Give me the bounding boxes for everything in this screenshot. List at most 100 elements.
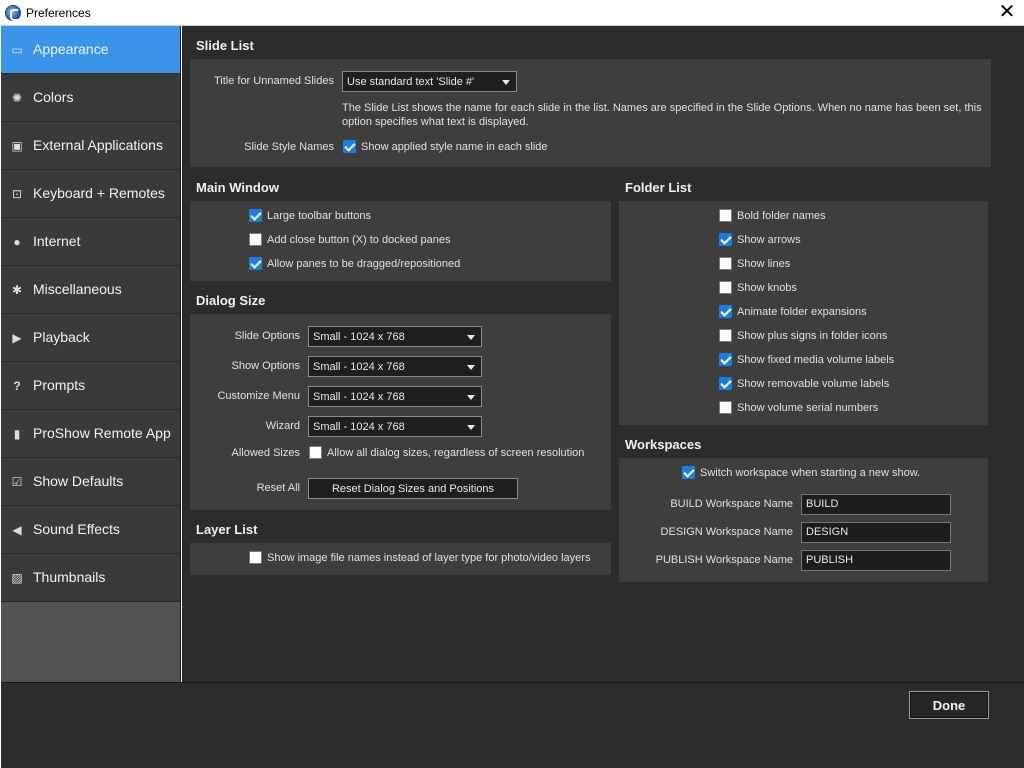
keyboard-icon: ⊡ bbox=[11, 187, 23, 201]
sidebar: ▭ Appearance ✺ Colors ▣ External Applica… bbox=[1, 26, 181, 682]
layer-list-panel: Show image file names instead of layer t… bbox=[190, 543, 611, 575]
thumbnail-icon: ▨ bbox=[11, 571, 23, 585]
switch-workspace-checkbox[interactable] bbox=[682, 466, 695, 479]
wizard-label: Wizard bbox=[265, 420, 300, 432]
main-window-panel: Large toolbar buttons Add close button (… bbox=[190, 201, 611, 281]
allow-all-sizes-checkbox-label: Allow all dialog sizes, regardless of sc… bbox=[327, 447, 585, 459]
sidebar-item-appearance[interactable]: ▭ Appearance bbox=[1, 26, 180, 74]
plus-signs-label: Show plus signs in folder icons bbox=[737, 330, 888, 342]
chevron-down-icon bbox=[467, 395, 475, 400]
design-workspace-input[interactable]: DESIGN bbox=[801, 522, 951, 543]
workspaces-panel: Switch workspace when starting a new sho… bbox=[619, 458, 988, 582]
panes-draggable-checkbox[interactable] bbox=[249, 257, 262, 270]
sidebar-item-label: Thumbnails bbox=[33, 569, 106, 585]
chevron-down-icon bbox=[502, 80, 510, 85]
animate-folders-checkbox[interactable] bbox=[719, 305, 732, 318]
animate-folders-label: Animate folder expansions bbox=[737, 306, 867, 318]
show-arrows-checkbox[interactable] bbox=[719, 233, 732, 246]
close-button-docked-checkbox[interactable] bbox=[249, 233, 262, 246]
sidebar-item-sound-effects[interactable]: ◀ Sound Effects bbox=[1, 506, 180, 554]
sidebar-item-label: External Applications bbox=[33, 137, 163, 153]
publish-workspace-input[interactable]: PUBLISH bbox=[801, 550, 951, 571]
speaker-icon: ◀ bbox=[12, 523, 22, 537]
large-toolbar-checkbox[interactable] bbox=[249, 209, 262, 222]
main-window-heading: Main Window bbox=[196, 180, 279, 195]
sidebar-item-label: Internet bbox=[33, 233, 81, 249]
show-lines-label: Show lines bbox=[737, 258, 791, 270]
layer-file-names-label: Show image file names instead of layer t… bbox=[267, 552, 591, 564]
chevron-down-icon bbox=[467, 425, 475, 430]
show-lines-checkbox[interactable] bbox=[719, 257, 732, 270]
slide-list-panel: Title for Unnamed Slides Use standard te… bbox=[190, 59, 991, 167]
slide-list-description: The Slide List shows the name for each s… bbox=[342, 102, 982, 114]
external-apps-icon: ▣ bbox=[11, 139, 23, 153]
show-arrows-label: Show arrows bbox=[737, 234, 801, 246]
serial-numbers-label: Show volume serial numbers bbox=[737, 402, 879, 414]
title-bar: Preferences ✕ bbox=[0, 0, 1024, 26]
build-workspace-input[interactable]: BUILD bbox=[801, 494, 951, 515]
sidebar-item-label: Colors bbox=[33, 89, 74, 105]
wizard-size-dropdown[interactable]: Small - 1024 x 768 bbox=[308, 416, 482, 437]
done-button[interactable]: Done bbox=[909, 691, 989, 719]
unnamed-slides-dropdown[interactable]: Use standard text 'Slide #' bbox=[342, 71, 517, 92]
removable-labels-checkbox[interactable] bbox=[719, 377, 732, 390]
style-names-checkbox[interactable] bbox=[343, 140, 356, 153]
unnamed-slides-label: Title for Unnamed Slides bbox=[213, 75, 334, 87]
play-icon: ▶ bbox=[12, 331, 22, 345]
dialog-size-heading: Dialog Size bbox=[196, 293, 266, 308]
show-options-label: Show Options bbox=[231, 360, 300, 372]
dropdown-value: Small - 1024 x 768 bbox=[313, 421, 405, 433]
slide-options-size-dropdown[interactable]: Small - 1024 x 768 bbox=[308, 326, 482, 347]
dialog-size-panel: Slide Options Small - 1024 x 768 Show Op… bbox=[190, 314, 611, 510]
reset-dialog-sizes-button[interactable]: Reset Dialog Sizes and Positions bbox=[308, 478, 518, 499]
show-knobs-checkbox[interactable] bbox=[719, 281, 732, 294]
bold-folder-names-checkbox[interactable] bbox=[719, 209, 732, 222]
sidebar-item-label: Sound Effects bbox=[33, 521, 120, 537]
dialog-footer bbox=[1, 682, 1024, 768]
sidebar-item-external-applications[interactable]: ▣ External Applications bbox=[1, 122, 180, 170]
question-icon: ? bbox=[13, 379, 21, 393]
preferences-content: Slide List Title for Unnamed Slides Use … bbox=[182, 26, 1024, 682]
dropdown-value: Small - 1024 x 768 bbox=[313, 361, 405, 373]
remote-icon: ▮ bbox=[13, 427, 21, 441]
sidebar-item-internet[interactable]: ● Internet bbox=[1, 218, 180, 266]
allow-all-sizes-checkbox[interactable] bbox=[309, 446, 322, 459]
slide-list-description-2: option specifies what text is displayed. bbox=[342, 116, 529, 128]
publish-workspace-label: PUBLISH Workspace Name bbox=[655, 554, 793, 566]
proshow-app-icon bbox=[5, 5, 21, 21]
sidebar-item-colors[interactable]: ✺ Colors bbox=[1, 74, 180, 122]
design-workspace-label: DESIGN Workspace Name bbox=[660, 526, 793, 538]
sidebar-item-show-defaults[interactable]: ☑ Show Defaults bbox=[1, 458, 180, 506]
dropdown-value: Use standard text 'Slide #' bbox=[347, 76, 475, 88]
slide-list-heading: Slide List bbox=[196, 38, 254, 53]
style-names-checkbox-label: Show applied style name in each slide bbox=[361, 141, 548, 153]
layer-file-names-checkbox[interactable] bbox=[249, 551, 262, 564]
switch-workspace-label: Switch workspace when starting a new sho… bbox=[700, 467, 921, 479]
sidebar-item-playback[interactable]: ▶ Playback bbox=[1, 314, 180, 362]
chevron-down-icon bbox=[467, 335, 475, 340]
sidebar-item-label: Prompts bbox=[33, 377, 86, 393]
checkbox-icon: ☑ bbox=[11, 475, 23, 489]
plus-signs-checkbox[interactable] bbox=[719, 329, 732, 342]
show-options-size-dropdown[interactable]: Small - 1024 x 768 bbox=[308, 356, 482, 377]
sidebar-item-proshow-remote-app[interactable]: ▮ ProShow Remote App bbox=[1, 410, 180, 458]
chevron-down-icon bbox=[467, 365, 475, 370]
sidebar-item-thumbnails[interactable]: ▨ Thumbnails bbox=[1, 554, 180, 602]
workspaces-heading: Workspaces bbox=[625, 437, 702, 452]
close-button-docked-label: Add close button (X) to docked panes bbox=[267, 234, 451, 246]
sidebar-item-keyboard-remotes[interactable]: ⊡ Keyboard + Remotes bbox=[1, 170, 180, 218]
layer-list-heading: Layer List bbox=[196, 522, 258, 537]
allowed-sizes-label: Allowed Sizes bbox=[231, 447, 300, 459]
fixed-media-labels-label: Show fixed media volume labels bbox=[737, 354, 895, 366]
sidebar-item-label: Show Defaults bbox=[33, 473, 124, 489]
slide-style-names-label: Slide Style Names bbox=[244, 141, 334, 153]
customize-menu-label: Customize Menu bbox=[217, 390, 300, 402]
close-icon[interactable]: ✕ bbox=[998, 2, 1016, 22]
serial-numbers-checkbox[interactable] bbox=[719, 401, 732, 414]
sidebar-item-prompts[interactable]: ? Prompts bbox=[1, 362, 180, 410]
fixed-media-labels-checkbox[interactable] bbox=[719, 353, 732, 366]
customize-menu-size-dropdown[interactable]: Small - 1024 x 768 bbox=[308, 386, 482, 407]
globe-icon: ● bbox=[13, 235, 21, 249]
sidebar-item-miscellaneous[interactable]: ✱ Miscellaneous bbox=[1, 266, 180, 314]
colors-icon: ✺ bbox=[11, 91, 23, 105]
